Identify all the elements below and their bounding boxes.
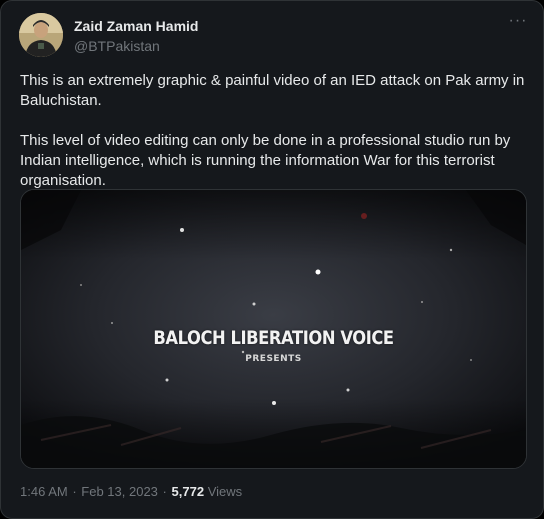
tweet-header: Zaid Zaman Hamid @BTPakistan ··· — [19, 13, 529, 59]
tweet-date[interactable]: Feb 13, 2023 — [81, 484, 158, 499]
separator-dot: · — [162, 484, 167, 499]
tweet-time[interactable]: 1:46 AM — [20, 484, 68, 499]
video-subtitle-text: PRESENTS — [245, 354, 302, 364]
tweet-text: This is an extremely graphic & painful v… — [20, 71, 530, 191]
video-thumbnail[interactable]: BALOCH LIBERATION VOICE PRESENTS — [20, 189, 527, 469]
separator-dot: · — [72, 484, 77, 499]
author-display-name[interactable]: Zaid Zaman Hamid — [74, 17, 198, 35]
avatar[interactable] — [19, 13, 63, 57]
views-count: 5,772 — [171, 484, 205, 499]
tweet-paragraph: This level of video editing can only be … — [20, 132, 511, 189]
tweet-paragraph: This is an extremely graphic & painful v… — [20, 72, 525, 109]
author-names: Zaid Zaman Hamid @BTPakistan — [74, 17, 198, 55]
more-icon[interactable]: ··· — [507, 13, 529, 33]
avatar-image — [19, 13, 63, 57]
tweet-card: Zaid Zaman Hamid @BTPakistan ··· This is… — [0, 0, 544, 519]
video-title-text: BALOCH LIBERATION VOICE — [153, 327, 394, 349]
tweet-meta: 1:46 AM · Feb 13, 2023 · 5,772 Views — [20, 484, 242, 499]
views-label: Views — [207, 484, 243, 499]
author-handle[interactable]: @BTPakistan — [74, 37, 198, 55]
